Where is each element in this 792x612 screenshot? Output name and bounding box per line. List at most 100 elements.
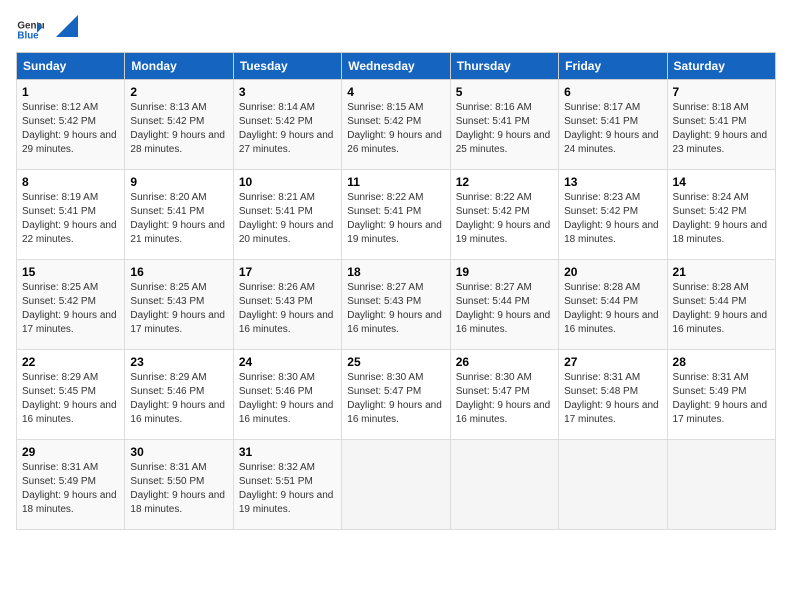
day-number: 18 (347, 265, 444, 279)
day-number: 29 (22, 445, 119, 459)
cell-content: Sunrise: 8:24 AMSunset: 5:42 PMDaylight:… (673, 192, 768, 245)
calendar-cell: 20 Sunrise: 8:28 AMSunset: 5:44 PMDaylig… (559, 260, 667, 350)
week-row-3: 15 Sunrise: 8:25 AMSunset: 5:42 PMDaylig… (17, 260, 776, 350)
calendar-cell: 12 Sunrise: 8:22 AMSunset: 5:42 PMDaylig… (450, 170, 558, 260)
calendar-cell: 24 Sunrise: 8:30 AMSunset: 5:46 PMDaylig… (233, 350, 341, 440)
day-number: 5 (456, 85, 553, 99)
calendar-cell: 23 Sunrise: 8:29 AMSunset: 5:46 PMDaylig… (125, 350, 233, 440)
cell-content: Sunrise: 8:29 AMSunset: 5:46 PMDaylight:… (130, 372, 225, 425)
day-number: 9 (130, 175, 227, 189)
logo-triangle-icon (56, 15, 78, 37)
cell-content: Sunrise: 8:23 AMSunset: 5:42 PMDaylight:… (564, 192, 659, 245)
day-number: 3 (239, 85, 336, 99)
day-number: 26 (456, 355, 553, 369)
cell-content: Sunrise: 8:30 AMSunset: 5:47 PMDaylight:… (347, 372, 442, 425)
day-number: 14 (673, 175, 770, 189)
logo: General Blue (16, 16, 78, 44)
cell-content: Sunrise: 8:28 AMSunset: 5:44 PMDaylight:… (564, 282, 659, 335)
cell-content: Sunrise: 8:20 AMSunset: 5:41 PMDaylight:… (130, 192, 225, 245)
week-row-2: 8 Sunrise: 8:19 AMSunset: 5:41 PMDayligh… (17, 170, 776, 260)
calendar-cell: 17 Sunrise: 8:26 AMSunset: 5:43 PMDaylig… (233, 260, 341, 350)
day-number: 16 (130, 265, 227, 279)
calendar-cell: 5 Sunrise: 8:16 AMSunset: 5:41 PMDayligh… (450, 80, 558, 170)
cell-content: Sunrise: 8:25 AMSunset: 5:43 PMDaylight:… (130, 282, 225, 335)
cell-content: Sunrise: 8:21 AMSunset: 5:41 PMDaylight:… (239, 192, 334, 245)
day-number: 7 (673, 85, 770, 99)
calendar-cell: 9 Sunrise: 8:20 AMSunset: 5:41 PMDayligh… (125, 170, 233, 260)
day-number: 19 (456, 265, 553, 279)
calendar-cell: 14 Sunrise: 8:24 AMSunset: 5:42 PMDaylig… (667, 170, 775, 260)
day-number: 23 (130, 355, 227, 369)
day-header-saturday: Saturday (667, 53, 775, 80)
cell-content: Sunrise: 8:27 AMSunset: 5:44 PMDaylight:… (456, 282, 551, 335)
cell-content: Sunrise: 8:32 AMSunset: 5:51 PMDaylight:… (239, 462, 334, 515)
cell-content: Sunrise: 8:26 AMSunset: 5:43 PMDaylight:… (239, 282, 334, 335)
day-number: 24 (239, 355, 336, 369)
calendar-cell (559, 440, 667, 530)
cell-content: Sunrise: 8:29 AMSunset: 5:45 PMDaylight:… (22, 372, 117, 425)
cell-content: Sunrise: 8:31 AMSunset: 5:49 PMDaylight:… (673, 372, 768, 425)
cell-content: Sunrise: 8:22 AMSunset: 5:42 PMDaylight:… (456, 192, 551, 245)
day-number: 15 (22, 265, 119, 279)
day-number: 11 (347, 175, 444, 189)
week-row-1: 1 Sunrise: 8:12 AMSunset: 5:42 PMDayligh… (17, 80, 776, 170)
calendar-cell: 25 Sunrise: 8:30 AMSunset: 5:47 PMDaylig… (342, 350, 450, 440)
cell-content: Sunrise: 8:19 AMSunset: 5:41 PMDaylight:… (22, 192, 117, 245)
logo-icon: General Blue (16, 16, 44, 44)
calendar-cell: 21 Sunrise: 8:28 AMSunset: 5:44 PMDaylig… (667, 260, 775, 350)
cell-content: Sunrise: 8:31 AMSunset: 5:48 PMDaylight:… (564, 372, 659, 425)
calendar-cell: 26 Sunrise: 8:30 AMSunset: 5:47 PMDaylig… (450, 350, 558, 440)
day-number: 30 (130, 445, 227, 459)
day-number: 28 (673, 355, 770, 369)
calendar-cell: 22 Sunrise: 8:29 AMSunset: 5:45 PMDaylig… (17, 350, 125, 440)
day-number: 22 (22, 355, 119, 369)
cell-content: Sunrise: 8:18 AMSunset: 5:41 PMDaylight:… (673, 102, 768, 155)
day-number: 2 (130, 85, 227, 99)
calendar-cell: 18 Sunrise: 8:27 AMSunset: 5:43 PMDaylig… (342, 260, 450, 350)
day-number: 25 (347, 355, 444, 369)
calendar-cell: 10 Sunrise: 8:21 AMSunset: 5:41 PMDaylig… (233, 170, 341, 260)
calendar-cell: 1 Sunrise: 8:12 AMSunset: 5:42 PMDayligh… (17, 80, 125, 170)
day-number: 20 (564, 265, 661, 279)
cell-content: Sunrise: 8:14 AMSunset: 5:42 PMDaylight:… (239, 102, 334, 155)
calendar-cell (667, 440, 775, 530)
header: General Blue (16, 16, 776, 44)
cell-content: Sunrise: 8:16 AMSunset: 5:41 PMDaylight:… (456, 102, 551, 155)
day-number: 4 (347, 85, 444, 99)
calendar-cell: 3 Sunrise: 8:14 AMSunset: 5:42 PMDayligh… (233, 80, 341, 170)
calendar-cell: 13 Sunrise: 8:23 AMSunset: 5:42 PMDaylig… (559, 170, 667, 260)
day-header-friday: Friday (559, 53, 667, 80)
calendar-cell: 7 Sunrise: 8:18 AMSunset: 5:41 PMDayligh… (667, 80, 775, 170)
day-number: 21 (673, 265, 770, 279)
calendar-cell: 4 Sunrise: 8:15 AMSunset: 5:42 PMDayligh… (342, 80, 450, 170)
day-header-wednesday: Wednesday (342, 53, 450, 80)
cell-content: Sunrise: 8:13 AMSunset: 5:42 PMDaylight:… (130, 102, 225, 155)
day-header-tuesday: Tuesday (233, 53, 341, 80)
calendar-cell: 31 Sunrise: 8:32 AMSunset: 5:51 PMDaylig… (233, 440, 341, 530)
day-number: 1 (22, 85, 119, 99)
calendar-header: SundayMondayTuesdayWednesdayThursdayFrid… (17, 53, 776, 80)
day-number: 13 (564, 175, 661, 189)
cell-content: Sunrise: 8:17 AMSunset: 5:41 PMDaylight:… (564, 102, 659, 155)
day-header-thursday: Thursday (450, 53, 558, 80)
day-number: 31 (239, 445, 336, 459)
week-row-5: 29 Sunrise: 8:31 AMSunset: 5:49 PMDaylig… (17, 440, 776, 530)
cell-content: Sunrise: 8:30 AMSunset: 5:47 PMDaylight:… (456, 372, 551, 425)
cell-content: Sunrise: 8:15 AMSunset: 5:42 PMDaylight:… (347, 102, 442, 155)
calendar-cell: 2 Sunrise: 8:13 AMSunset: 5:42 PMDayligh… (125, 80, 233, 170)
cell-content: Sunrise: 8:30 AMSunset: 5:46 PMDaylight:… (239, 372, 334, 425)
day-number: 10 (239, 175, 336, 189)
calendar-cell (450, 440, 558, 530)
day-number: 27 (564, 355, 661, 369)
cell-content: Sunrise: 8:31 AMSunset: 5:50 PMDaylight:… (130, 462, 225, 515)
day-number: 12 (456, 175, 553, 189)
calendar-cell: 19 Sunrise: 8:27 AMSunset: 5:44 PMDaylig… (450, 260, 558, 350)
calendar-cell: 28 Sunrise: 8:31 AMSunset: 5:49 PMDaylig… (667, 350, 775, 440)
calendar-cell: 11 Sunrise: 8:22 AMSunset: 5:41 PMDaylig… (342, 170, 450, 260)
cell-content: Sunrise: 8:25 AMSunset: 5:42 PMDaylight:… (22, 282, 117, 335)
cell-content: Sunrise: 8:28 AMSunset: 5:44 PMDaylight:… (673, 282, 768, 335)
week-row-4: 22 Sunrise: 8:29 AMSunset: 5:45 PMDaylig… (17, 350, 776, 440)
calendar-cell: 6 Sunrise: 8:17 AMSunset: 5:41 PMDayligh… (559, 80, 667, 170)
calendar-cell (342, 440, 450, 530)
calendar-cell: 27 Sunrise: 8:31 AMSunset: 5:48 PMDaylig… (559, 350, 667, 440)
